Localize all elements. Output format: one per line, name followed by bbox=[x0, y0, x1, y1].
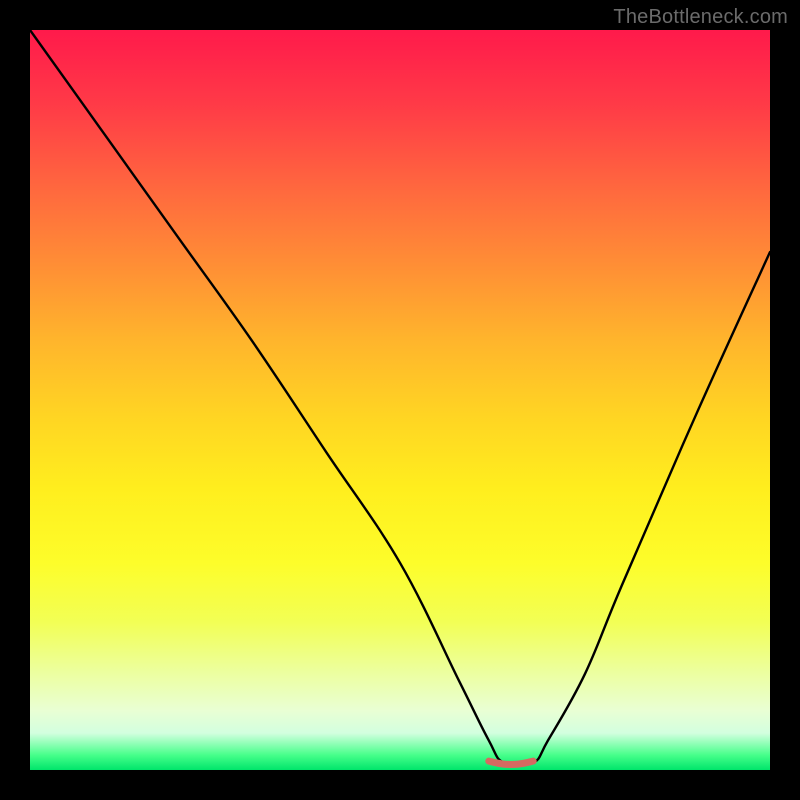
chart-frame: TheBottleneck.com bbox=[0, 0, 800, 800]
bottleneck-curve bbox=[30, 30, 770, 766]
chart-svg bbox=[30, 30, 770, 770]
optimal-range-marker bbox=[489, 761, 533, 764]
watermark-text: TheBottleneck.com bbox=[613, 6, 788, 29]
plot-area bbox=[30, 30, 770, 770]
